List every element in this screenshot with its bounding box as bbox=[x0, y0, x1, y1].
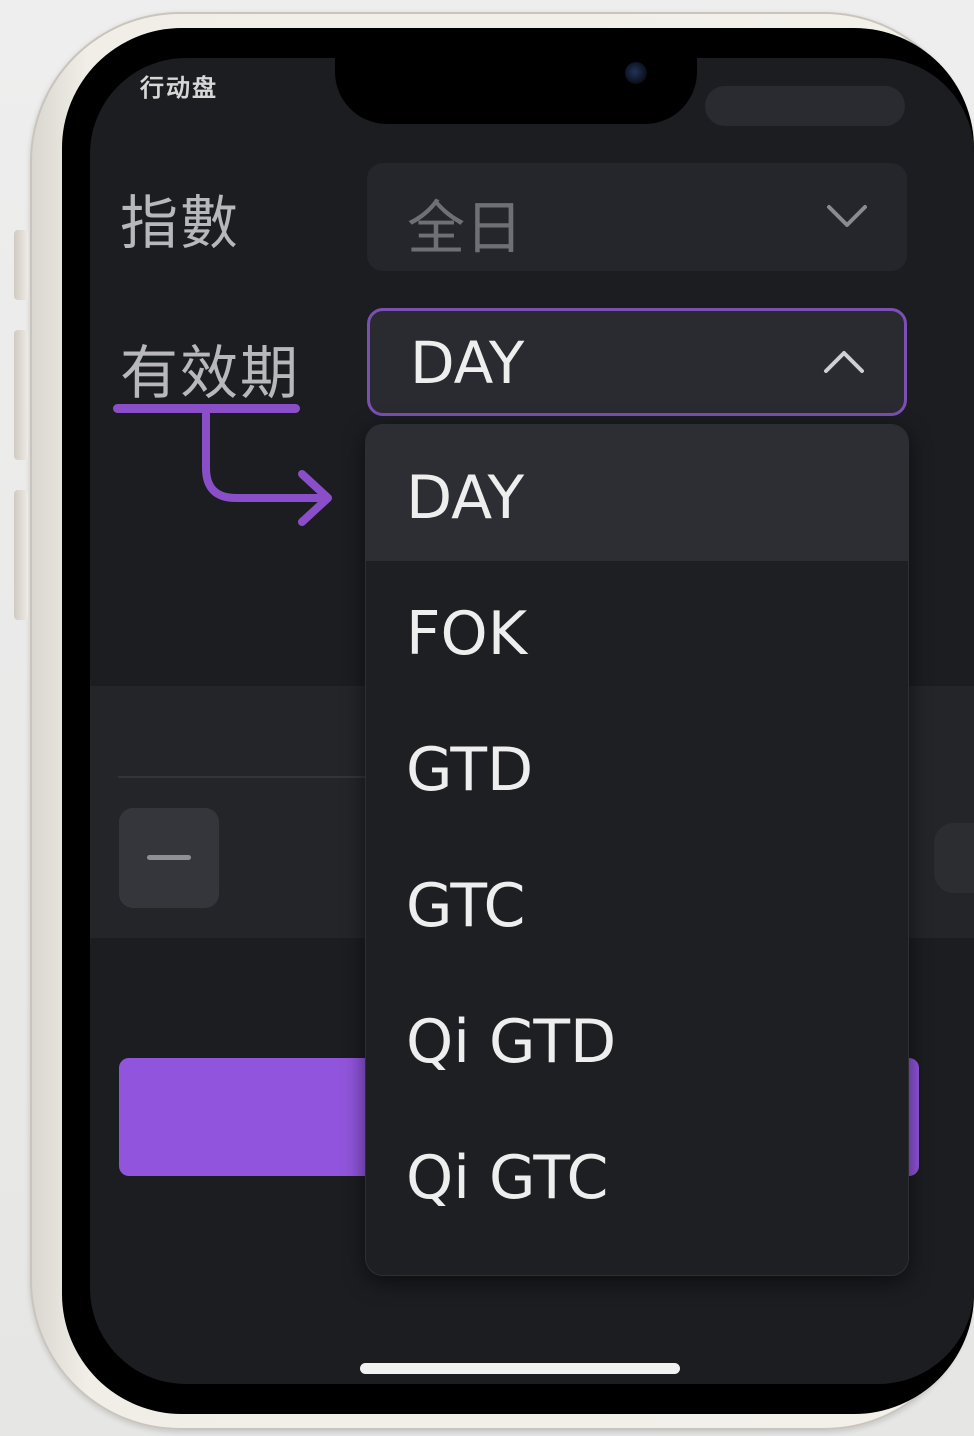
home-indicator[interactable] bbox=[360, 1363, 680, 1374]
dropdown-option-day[interactable]: DAY bbox=[366, 425, 908, 561]
option-label: Qi GTD bbox=[406, 1007, 617, 1077]
validity-dropdown-menu: DAY FOK GTD GTC Qi GTD Qi GTC bbox=[365, 424, 909, 1276]
dropdown-option-qi-gtd[interactable]: Qi GTD bbox=[366, 969, 908, 1105]
increase-button[interactable] bbox=[934, 823, 974, 893]
option-label: GTD bbox=[406, 735, 534, 805]
chevron-up-icon bbox=[824, 351, 864, 373]
decrease-button[interactable] bbox=[119, 808, 219, 908]
status-bar-pill bbox=[705, 86, 905, 126]
dropdown-option-gtc[interactable]: GTC bbox=[366, 833, 908, 969]
phone-volume-up-button bbox=[14, 330, 28, 460]
phone-volume-down-button bbox=[14, 490, 28, 620]
phone-side-button bbox=[14, 230, 28, 300]
dropdown-option-qi-gtc[interactable]: Qi GTC bbox=[366, 1105, 908, 1241]
option-label: Qi GTC bbox=[406, 1143, 609, 1213]
app-screen: 行动盘 指數 全日 有效期 DAY DAY FOK GTD GTC Qi GTD… bbox=[90, 58, 974, 1384]
minus-icon bbox=[147, 855, 191, 860]
option-label: GTC bbox=[406, 871, 526, 941]
dropdown-option-gtd[interactable]: GTD bbox=[366, 697, 908, 833]
arrow-annotation-icon bbox=[202, 410, 332, 526]
phone-notch bbox=[335, 28, 697, 124]
validity-select-value: DAY bbox=[410, 329, 525, 397]
index-select-value: 全日 bbox=[407, 194, 524, 262]
option-label: DAY bbox=[406, 463, 525, 533]
option-label: FOK bbox=[406, 599, 528, 669]
phone-screen: 行动盘 指數 全日 有效期 DAY DAY FOK GTD GTC Qi GTD… bbox=[62, 28, 974, 1414]
index-select[interactable]: 全日 bbox=[367, 163, 907, 271]
camera-icon bbox=[625, 62, 647, 84]
validity-select[interactable]: DAY bbox=[367, 308, 907, 416]
chevron-down-icon bbox=[827, 205, 867, 227]
dropdown-option-fok[interactable]: FOK bbox=[366, 561, 908, 697]
